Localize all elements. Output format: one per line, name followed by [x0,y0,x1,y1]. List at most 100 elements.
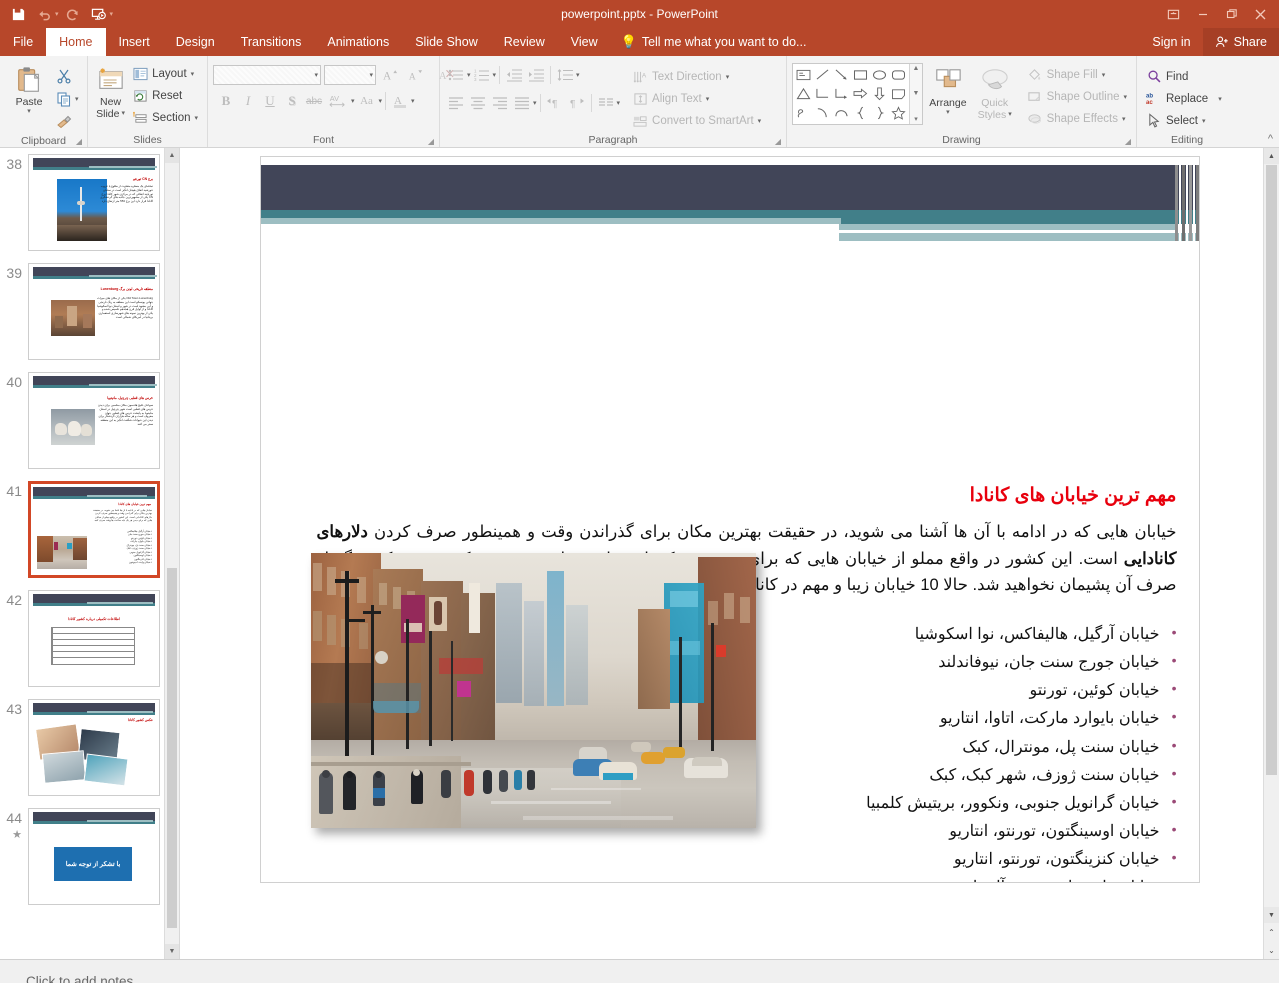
thumbnail-slide-44[interactable]: 44 ★ با تشکر از توجه شما [0,808,179,917]
scroll-thumb[interactable] [1266,165,1277,775]
start-presentation-icon[interactable] [87,3,111,25]
change-case-dropdown-icon[interactable]: ▾ [379,97,383,105]
paste-button[interactable]: Paste ▾ [5,61,53,116]
line-spacing-button[interactable] [554,64,576,86]
redo-icon[interactable] [61,3,85,25]
font-size-input[interactable]: ▾ [324,65,376,85]
justify-button[interactable] [511,92,533,114]
thumbnail-scroll-up-icon[interactable]: ▲ [165,148,179,163]
undo-icon[interactable] [32,3,56,25]
thumbnail-slide-38[interactable]: 38 برج CN تورنتو تماشای یک منظره متفاوت … [0,154,179,263]
thumbnail-frame[interactable]: مهم ترین خیابان های کانادا خیابان هایی ک… [28,481,160,578]
change-case-button[interactable]: Aa [355,90,379,112]
minimize-icon[interactable] [1188,0,1217,28]
columns-button[interactable] [595,92,617,114]
thumbnail-frame[interactable]: با تشکر از توجه شما [28,808,160,905]
font-size-dropdown-icon[interactable]: ▾ [369,71,373,79]
ribbon-display-options-icon[interactable] [1159,0,1188,28]
scroll-up-icon[interactable]: ▲ [1264,148,1279,164]
layout-dropdown-icon[interactable]: ▾ [191,70,195,78]
layout-button[interactable]: Layout ▾ [128,63,202,84]
replace-dropdown-icon[interactable]: ▾ [1218,95,1222,103]
customize-qat-icon[interactable]: ▾ [110,10,114,18]
text-direction-dropdown-icon[interactable]: ▾ [726,73,730,81]
rtl-text-direction-button[interactable]: ¶ [566,92,588,114]
align-left-button[interactable] [445,92,467,114]
ltr-text-direction-button[interactable]: ¶ [544,92,566,114]
line-spacing-dropdown-icon[interactable]: ▾ [576,71,580,79]
select-button[interactable]: Select ▾ [1142,110,1226,131]
paste-dropdown-icon[interactable]: ▾ [27,108,31,116]
shapes-more-icon[interactable]: ▾ [914,115,918,123]
thumbnail-slide-39[interactable]: 39 منطقه تاریخی لونن برگ Lunenburg Old T… [0,263,179,372]
shape-rectangle-icon[interactable] [851,65,870,84]
align-right-button[interactable] [489,92,511,114]
shape-star-icon[interactable] [889,103,908,122]
reset-button[interactable]: Reset [128,85,202,106]
shape-right-arrow-icon[interactable] [851,84,870,103]
tab-home[interactable]: Home [46,28,106,56]
shape-oval-icon[interactable] [870,65,889,84]
copy-dropdown-icon[interactable]: ▾ [75,95,79,103]
font-dialog-launcher[interactable]: ◢ [428,137,434,146]
shape-outline-button[interactable]: Shape Outline ▾ [1023,86,1131,107]
shape-line-icon[interactable] [813,65,832,84]
convert-to-smartart-button[interactable]: Convert to SmartArt ▾ [628,110,765,131]
format-painter-button[interactable] [53,111,75,133]
italic-button[interactable]: I [237,90,259,112]
text-direction-button[interactable]: A Text Direction ▾ [628,66,765,87]
thumbnail-frame[interactable]: عکس کشور کانادا [28,699,160,796]
slide-bullet-list[interactable]: خیابان آرگیل، هالیفاکس، نوا اسکوشیا خیاب… [757,620,1176,882]
shapes-gallery-scrollbar[interactable]: ▲ ▼ ▾ [909,64,922,124]
arrange-dropdown-icon[interactable]: ▾ [946,109,950,117]
tell-me-box[interactable]: 💡 Tell me what you want to do... [611,28,817,56]
shape-fill-dropdown-icon[interactable]: ▾ [1102,71,1106,79]
shape-down-arrow-icon[interactable] [870,84,889,103]
bold-button[interactable]: B [215,90,237,112]
section-button[interactable]: Section ▾ [128,107,202,128]
shape-rounded-rect-icon[interactable] [889,65,908,84]
shape-effects-dropdown-icon[interactable]: ▾ [1122,115,1126,123]
text-shadow-button[interactable]: S [281,90,303,112]
shape-fill-button[interactable]: Shape Fill ▾ [1023,64,1131,85]
thumbnail-slide-43[interactable]: 43 عکس کشور کانادا [0,699,179,808]
slide-title[interactable]: مهم ترین خیابان های کانادا [970,484,1177,507]
align-center-button[interactable] [467,92,489,114]
underline-button[interactable]: U [259,90,281,112]
restore-icon[interactable] [1217,0,1246,28]
shape-arrow-icon[interactable] [832,65,851,84]
slide-image-canada-street[interactable] [310,553,756,828]
thumbnail-scroll-thumb[interactable] [167,568,177,928]
shape-right-brace-icon[interactable] [870,103,889,122]
shape-elbow-arrow-icon[interactable] [832,84,851,103]
tab-view[interactable]: View [558,28,611,56]
scroll-down-icon[interactable]: ▼ [1264,907,1279,923]
strikethrough-button[interactable]: abc [303,90,325,112]
new-slide-button[interactable]: New Slide ▾ [93,61,128,120]
decrease-indent-button[interactable] [503,64,525,86]
sign-in-link[interactable]: Sign in [1140,35,1202,49]
thumbnail-frame[interactable]: برج CN تورنتو تماشای یک منظره متفاوت از … [28,154,160,251]
undo-dropdown-icon[interactable]: ▾ [55,10,59,18]
font-color-button[interactable]: A [389,90,411,112]
previous-slide-button[interactable]: ⌃ [1264,923,1279,941]
shapes-gallery[interactable]: ▲ ▼ ▾ [792,63,923,125]
tab-insert[interactable]: Insert [106,28,163,56]
shape-folded-corner-icon[interactable] [889,84,908,103]
slide-thumbnail-pane[interactable]: 38 برج CN تورنتو تماشای یک منظره متفاوت … [0,148,180,959]
notes-pane[interactable]: Click to add notes [0,959,1279,983]
thumbnail-scroll-down-icon[interactable]: ▼ [165,944,179,959]
copy-button[interactable] [53,88,75,110]
shape-effects-button[interactable]: Shape Effects ▾ [1023,108,1131,129]
shape-outline-dropdown-icon[interactable]: ▾ [1123,93,1127,101]
tab-file[interactable]: File [0,28,47,56]
bullets-button[interactable] [445,64,467,86]
align-dropdown-icon[interactable]: ▾ [533,99,537,107]
numbering-button[interactable]: 123 [471,64,493,86]
find-button[interactable]: Find [1142,66,1226,87]
character-spacing-button[interactable]: AV [325,90,351,112]
cut-button[interactable] [53,65,75,87]
thumbnail-frame[interactable]: اطلاعات تکمیلی درباره کشور کانادا [28,590,160,687]
shape-left-brace-icon[interactable] [851,103,870,122]
shape-arc-icon[interactable] [813,103,832,122]
